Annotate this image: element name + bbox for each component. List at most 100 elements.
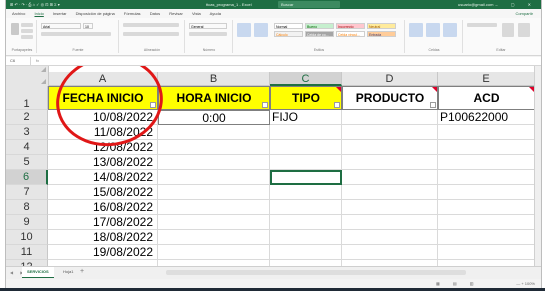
gridline [437, 125, 438, 266]
sheet-tab-hoja1[interactable]: Hoja1 [58, 267, 78, 277]
filter-dropdown-icon[interactable] [334, 102, 340, 108]
status-bar: ▦ ▤ ▥ — + 100% [6, 279, 541, 288]
user-account[interactable]: usuario@gmail.com [458, 0, 493, 9]
paste-icon[interactable] [11, 23, 19, 35]
cell-style-option[interactable]: Incorrecto [336, 23, 365, 29]
share-button[interactable]: Compartir [515, 9, 533, 18]
cells-group: Celdas [406, 20, 463, 53]
cell-style-option[interactable]: Neutral [367, 23, 396, 29]
row-header-1[interactable]: 1 [6, 86, 48, 110]
group-label-number: Número [202, 48, 216, 52]
cell-b1[interactable]: HORA INICIO [158, 86, 270, 110]
zoom-control[interactable]: — + 100% [516, 279, 535, 288]
gridline [269, 125, 270, 266]
format-as-table-icon[interactable] [254, 23, 268, 37]
tab-disposicion[interactable]: Disposición de página [76, 11, 115, 16]
conditional-format-icon[interactable] [237, 23, 251, 37]
cell-style-option[interactable]: Celda vincul... [336, 31, 365, 37]
autosum-icon[interactable] [467, 23, 497, 27]
row-header-6[interactable]: 6 [6, 170, 48, 185]
cell-a10[interactable]: 18/08/2022 [48, 230, 158, 245]
row-header-3[interactable]: 3 [6, 125, 48, 140]
horizontal-scrollbar[interactable] [166, 270, 466, 275]
cell-style-option[interactable]: Normal [274, 23, 303, 29]
window-controls[interactable]: – ▢ ✕ [495, 0, 537, 9]
align-tools-bottom[interactable] [123, 32, 179, 36]
format-painter-icon[interactable] [21, 35, 33, 39]
cell-a8[interactable]: 16/08/2022 [48, 200, 158, 215]
sheet-tab-servicios[interactable]: SERVICIOS [22, 267, 54, 278]
tab-vista[interactable]: Vista [192, 11, 201, 16]
insert-cells-icon[interactable] [409, 23, 423, 37]
font-name-select[interactable]: Arial [41, 23, 81, 29]
filter-dropdown-icon[interactable] [262, 102, 268, 108]
cell-b2[interactable]: 0:00 [158, 110, 270, 125]
cell-c2[interactable]: FIJO [270, 110, 342, 125]
cell-style-option[interactable]: Cálculo [274, 31, 303, 37]
alignment-group: Alineación [120, 20, 185, 53]
select-all-corner[interactable] [6, 72, 49, 87]
tab-datos[interactable]: Datos [150, 11, 160, 16]
tab-inicio[interactable]: Inicio [34, 11, 43, 16]
row-header-2[interactable]: 2 [6, 110, 48, 125]
cell-style-option[interactable]: Entrada [367, 31, 396, 37]
cell-a5[interactable]: 13/08/2022 [48, 155, 158, 170]
cut-icon[interactable] [21, 23, 33, 27]
column-header-b[interactable]: B [158, 72, 270, 86]
row-header-11[interactable]: 11 [6, 245, 48, 260]
copy-icon[interactable] [21, 29, 33, 33]
cell-a6[interactable]: 14/08/2022 [48, 170, 158, 185]
font-format-tools[interactable] [41, 32, 111, 36]
delete-cells-icon[interactable] [426, 23, 440, 37]
align-tools-top[interactable] [123, 23, 179, 27]
row-header-5[interactable]: 5 [6, 155, 48, 170]
number-tools[interactable] [189, 32, 227, 36]
tab-ayuda[interactable]: Ayuda [210, 11, 221, 16]
column-header-d[interactable]: D [342, 72, 438, 86]
row-header-9[interactable]: 9 [6, 215, 48, 230]
row-header-8[interactable]: 8 [6, 200, 48, 215]
find-select-icon[interactable] [518, 23, 530, 37]
cell-a7[interactable]: 15/08/2022 [48, 185, 158, 200]
font-size-select[interactable]: 10 [83, 23, 93, 29]
cell-style-option[interactable]: Bueno [305, 23, 334, 29]
cell-style-option[interactable]: Celda de co... [305, 31, 334, 37]
name-box[interactable]: C6 [8, 57, 31, 65]
row-header-7[interactable]: 7 [6, 185, 48, 200]
cell-d1[interactable]: PRODUCTO [342, 86, 438, 110]
cell-d2[interactable] [342, 110, 438, 125]
tab-archivo[interactable]: Archivo [12, 11, 25, 16]
header-hora-inicio: HORA INICIO [176, 91, 252, 105]
empty-cells-area[interactable] [158, 125, 535, 266]
formula-bar: C6 fx [6, 57, 541, 66]
number-group: General Número [186, 20, 233, 53]
cell-e2[interactable]: P100622000 [438, 110, 535, 125]
column-header-e[interactable]: E [438, 72, 535, 86]
excel-window: ⊞ ↶ · ↷ · ⎙ ⌂ ✓ ◎ ⊡ ⊞ Σ ▾ ttcas_programa… [5, 0, 542, 291]
tab-insertar[interactable]: Insertar [53, 11, 67, 16]
header-tipo: TIPO [291, 91, 320, 105]
add-sheet-button[interactable]: + [80, 268, 84, 275]
gridline [341, 125, 342, 266]
cell-a11[interactable]: 19/08/2022 [48, 245, 158, 260]
sort-filter-icon[interactable] [502, 23, 514, 37]
file-name: ttcas_programa_1 - Excel [206, 2, 252, 7]
cell-e1[interactable]: ACD [438, 86, 535, 110]
search-box[interactable]: Buscar [278, 1, 340, 8]
view-mode-buttons[interactable]: ▦ ▤ ▥ [436, 279, 480, 288]
font-group: Arial 10 Fuente [38, 20, 119, 53]
cell-a9[interactable]: 17/08/2022 [48, 215, 158, 230]
column-header-c[interactable]: C [270, 72, 342, 86]
quick-access-toolbar[interactable]: ⊞ ↶ · ↷ · ⎙ ⌂ ✓ ◎ ⊡ ⊞ Σ ▾ [10, 0, 60, 9]
filter-dropdown-icon[interactable] [430, 102, 436, 108]
number-format-select[interactable]: General [189, 23, 227, 29]
row-header-10[interactable]: 10 [6, 230, 48, 245]
active-cell-c6[interactable] [270, 170, 342, 185]
row-header-4[interactable]: 4 [6, 140, 48, 155]
cell-c1[interactable]: TIPO [270, 86, 342, 110]
function-icon[interactable]: fx [36, 57, 39, 65]
tab-formulas[interactable]: Fórmulas [124, 11, 141, 16]
format-cells-icon[interactable] [443, 23, 457, 37]
tab-revisar[interactable]: Revisar [169, 11, 183, 16]
vertical-scrollbar[interactable] [534, 66, 541, 266]
